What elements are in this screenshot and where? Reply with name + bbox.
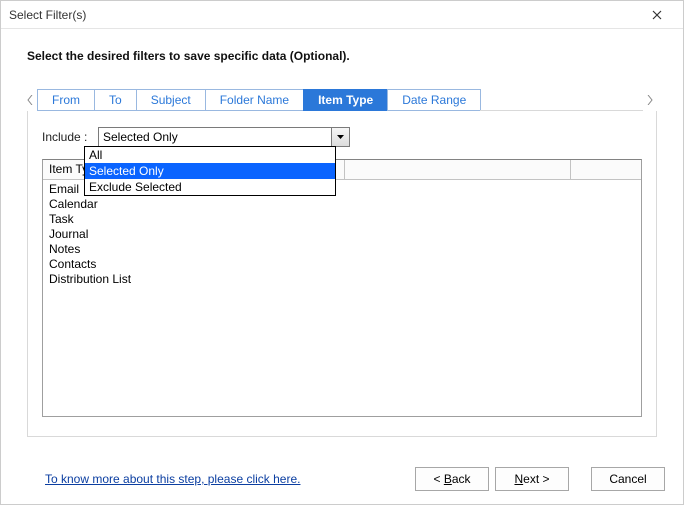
list-item[interactable]: Task <box>49 212 635 227</box>
list-item[interactable]: Journal <box>49 227 635 242</box>
include-dropdown-list[interactable]: All Selected Only Exclude Selected <box>84 146 336 196</box>
include-value: Selected Only <box>99 130 331 144</box>
list-item[interactable]: Contacts <box>49 257 635 272</box>
chevron-down-icon <box>337 135 344 139</box>
footer: To know more about this step, please cli… <box>1 454 683 504</box>
chevron-left-icon <box>27 95 33 105</box>
list-body: Email Calendar Task Journal Notes Contac… <box>43 180 641 416</box>
include-option-all[interactable]: All <box>85 147 335 163</box>
instruction-text: Select the desired filters to save speci… <box>27 49 657 63</box>
include-option-selected-only[interactable]: Selected Only <box>85 163 335 179</box>
include-dropdown-button[interactable] <box>331 128 349 146</box>
tab-strip: From To Subject Folder Name Item Type Da… <box>23 89 657 111</box>
include-row: Include : Selected Only <box>42 127 642 147</box>
include-label: Include : <box>42 130 90 144</box>
list-item[interactable]: Calendar <box>49 197 635 212</box>
tab-spacer <box>480 89 643 111</box>
close-button[interactable] <box>639 1 675 28</box>
include-option-exclude-selected[interactable]: Exclude Selected <box>85 179 335 195</box>
list-item[interactable]: Distribution List <box>49 272 635 287</box>
include-combobox[interactable]: Selected Only <box>98 127 350 147</box>
window-title: Select Filter(s) <box>9 8 639 22</box>
cancel-button[interactable]: Cancel <box>591 467 665 491</box>
tab-scroll-left[interactable] <box>23 89 37 111</box>
column-3[interactable] <box>571 160 641 179</box>
list-item[interactable]: Notes <box>49 242 635 257</box>
item-type-listbox: Item Type Email Calendar Task Journal No… <box>42 159 642 417</box>
tab-subject[interactable]: Subject <box>136 89 206 111</box>
tab-from[interactable]: From <box>37 89 95 111</box>
tab-to[interactable]: To <box>94 89 137 111</box>
tab-date-range[interactable]: Date Range <box>387 89 481 111</box>
next-button[interactable]: Next > <box>495 467 569 491</box>
close-icon <box>652 10 662 20</box>
title-bar: Select Filter(s) <box>1 1 683 29</box>
tab-folder-name[interactable]: Folder Name <box>205 89 304 111</box>
tab-item-type[interactable]: Item Type <box>303 89 388 111</box>
back-button[interactable]: < Back <box>415 467 489 491</box>
tab-scroll-right[interactable] <box>643 89 657 111</box>
chevron-right-icon <box>647 95 653 105</box>
column-2[interactable] <box>345 160 571 179</box>
help-link[interactable]: To know more about this step, please cli… <box>45 472 300 486</box>
filter-panel: Include : Selected Only All Selected Onl… <box>27 111 657 437</box>
